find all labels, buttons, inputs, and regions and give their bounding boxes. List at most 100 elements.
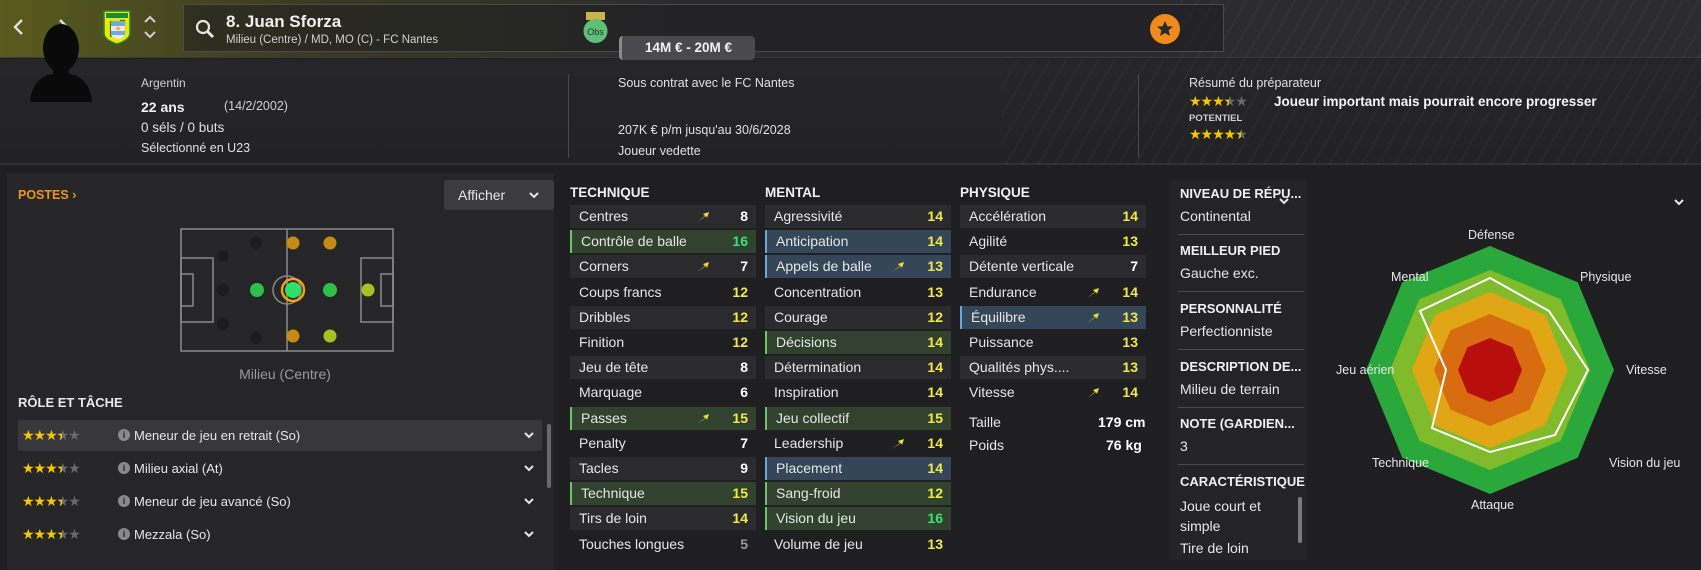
attribute-row[interactable]: Inspiration 14 xyxy=(765,381,951,404)
attribute-name: Touches longues xyxy=(579,535,685,552)
info-icon[interactable]: i xyxy=(118,495,130,507)
roles-scrollbar[interactable] xyxy=(547,424,551,488)
chevron-down-icon[interactable] xyxy=(522,527,536,541)
attribute-value: 14 xyxy=(927,460,943,476)
divider xyxy=(568,74,569,158)
chevron-down-icon[interactable] xyxy=(1672,195,1686,209)
attribute-row[interactable]: Anticipation 14 xyxy=(765,230,951,254)
attribute-row[interactable]: Passes 15 xyxy=(570,406,756,430)
traits-scrollbar[interactable] xyxy=(1298,497,1302,543)
attribute-row[interactable]: Coups francs 12 xyxy=(570,281,756,304)
scout-badge-icon[interactable]: Obs xyxy=(583,12,608,44)
attribute-row[interactable]: Qualités phys.... 13 xyxy=(960,356,1146,380)
attribute-row[interactable]: Détente verticale 7 xyxy=(960,255,1146,279)
attribute-name: Appels de balle xyxy=(776,258,872,275)
role-row[interactable]: ★★★★★★ i Meneur de jeu en retrait (So) xyxy=(18,420,542,451)
attribute-value: 13 xyxy=(1122,359,1138,376)
attribute-value: 15 xyxy=(927,409,943,426)
attribute-row[interactable]: Puissance 13 xyxy=(960,331,1146,354)
attribute-name: Technique xyxy=(581,485,645,502)
attribute-row[interactable]: Tirs de loin 14 xyxy=(570,507,756,531)
coach-report-icon[interactable] xyxy=(1150,14,1180,44)
info-icon[interactable]: i xyxy=(118,528,130,540)
position-rating-dot xyxy=(285,282,301,298)
attribute-row[interactable]: Appels de balle 13 xyxy=(765,255,951,279)
chevron-down-icon[interactable] xyxy=(1278,196,1290,206)
attribute-row[interactable]: Agressivité 14 xyxy=(765,205,951,228)
attribute-name: Anticipation xyxy=(776,233,849,250)
attribute-row[interactable]: Endurance 14 xyxy=(960,281,1146,304)
radar-label: Jeu aérien xyxy=(1336,363,1395,377)
potential-label: POTENTIEL xyxy=(1189,113,1243,124)
attribute-row[interactable]: Équilibre 13 xyxy=(960,305,1146,329)
attribute-row[interactable]: Accélération 14 xyxy=(960,205,1146,228)
divider xyxy=(1178,407,1304,408)
attribute-name: Placement xyxy=(776,460,843,476)
attribute-name: Contrôle de balle xyxy=(581,233,687,250)
attribute-row[interactable]: Marquage 6 xyxy=(570,381,756,404)
trait-line: Tire de loin xyxy=(1180,540,1249,554)
position-rating-dot xyxy=(323,236,337,250)
attribute-row[interactable]: Corners 7 xyxy=(570,255,756,279)
info-icon[interactable]: i xyxy=(118,429,130,441)
personality-value: Perfectionniste xyxy=(1180,323,1273,339)
attribute-row[interactable]: Volume de jeu 13 xyxy=(765,533,951,556)
attribute-value: 14 xyxy=(927,334,943,350)
chevron-down-icon[interactable] xyxy=(522,494,536,508)
attribute-value: 8 xyxy=(740,359,748,376)
attribute-row[interactable]: Leadership 14 xyxy=(765,432,951,455)
positions-pitch[interactable] xyxy=(180,228,394,352)
attribute-value: 14 xyxy=(927,233,943,250)
attribute-row[interactable]: Vision du jeu 16 xyxy=(765,507,951,531)
trending-up-arrow-icon xyxy=(1087,312,1099,323)
attribute-value: 14 xyxy=(927,434,943,451)
technique-title: TECHNIQUE xyxy=(570,185,650,200)
role-stars: ★★★★★★ xyxy=(22,493,81,509)
preferred-foot-title: MEILLEUR PIED xyxy=(1180,243,1281,258)
attribute-name: Courage xyxy=(774,308,828,325)
attribute-value: 14 xyxy=(1122,384,1138,401)
attribute-row[interactable]: Technique 15 xyxy=(570,482,756,506)
attribute-value: 16 xyxy=(927,510,943,527)
info-icon[interactable]: i xyxy=(118,462,130,474)
attribute-row[interactable]: Vitesse 14 xyxy=(960,381,1146,404)
position-rating-dot xyxy=(323,329,337,343)
role-row[interactable]: ★★★★★★ i Meneur de jeu avancé (So) xyxy=(18,486,542,517)
chevron-down-icon[interactable] xyxy=(522,461,536,475)
attribute-row[interactable]: Placement 14 xyxy=(765,457,951,480)
attribute-name: Détente verticale xyxy=(969,258,1075,275)
gk-rating-title: NOTE (GARDIEN... xyxy=(1180,416,1295,431)
attribute-row[interactable]: Tacles 9 xyxy=(570,457,756,480)
attribute-row[interactable]: Finition 12 xyxy=(570,331,756,354)
attribute-row[interactable]: Concentration 13 xyxy=(765,281,951,304)
attribute-row[interactable]: Sang-froid 12 xyxy=(765,482,951,506)
attribute-row[interactable]: Dribbles 12 xyxy=(570,305,756,329)
attribute-row[interactable]: Contrôle de balle 16 xyxy=(570,230,756,254)
chevron-down-icon[interactable] xyxy=(522,428,536,442)
attribute-row[interactable]: Décisions 14 xyxy=(765,331,951,354)
description-value: Milieu de terrain xyxy=(1180,381,1280,397)
attribute-row[interactable]: Agilité 13 xyxy=(960,230,1146,253)
attribute-row[interactable]: Touches longues 5 xyxy=(570,533,756,556)
attribute-value: 7 xyxy=(1130,258,1138,275)
role-row[interactable]: ★★★★★★ i Mezzala (So) xyxy=(18,519,542,550)
attribute-name: Inspiration xyxy=(774,384,839,401)
attribute-row[interactable]: Courage 12 xyxy=(765,305,951,329)
positions-link[interactable]: POSTES › xyxy=(18,188,76,202)
trending-up-arrow-icon xyxy=(1087,287,1099,298)
radar-label: Vision du jeu xyxy=(1609,456,1681,470)
attribute-value: 16 xyxy=(732,233,748,250)
attribute-name: Agressivité xyxy=(774,208,843,224)
current-ability-stars: ★★★★★★ xyxy=(1189,93,1248,109)
attribute-row[interactable]: Détermination 14 xyxy=(765,356,951,380)
attribute-value: 12 xyxy=(927,485,943,502)
player-switch-icon[interactable] xyxy=(143,12,157,42)
show-dropdown[interactable]: Afficher xyxy=(444,180,554,210)
role-row[interactable]: ★★★★★★ i Milieu axial (At) xyxy=(18,453,542,484)
attribute-row[interactable]: Jeu de tête 8 xyxy=(570,356,756,380)
attribute-row[interactable]: Centres 8 xyxy=(570,205,756,228)
attribute-row[interactable]: Penalty 7 xyxy=(570,432,756,455)
attribute-row[interactable]: Jeu collectif 15 xyxy=(765,406,951,430)
height-label: Taille xyxy=(969,414,1001,430)
transfer-value[interactable]: 14M € - 20M € xyxy=(619,36,755,60)
